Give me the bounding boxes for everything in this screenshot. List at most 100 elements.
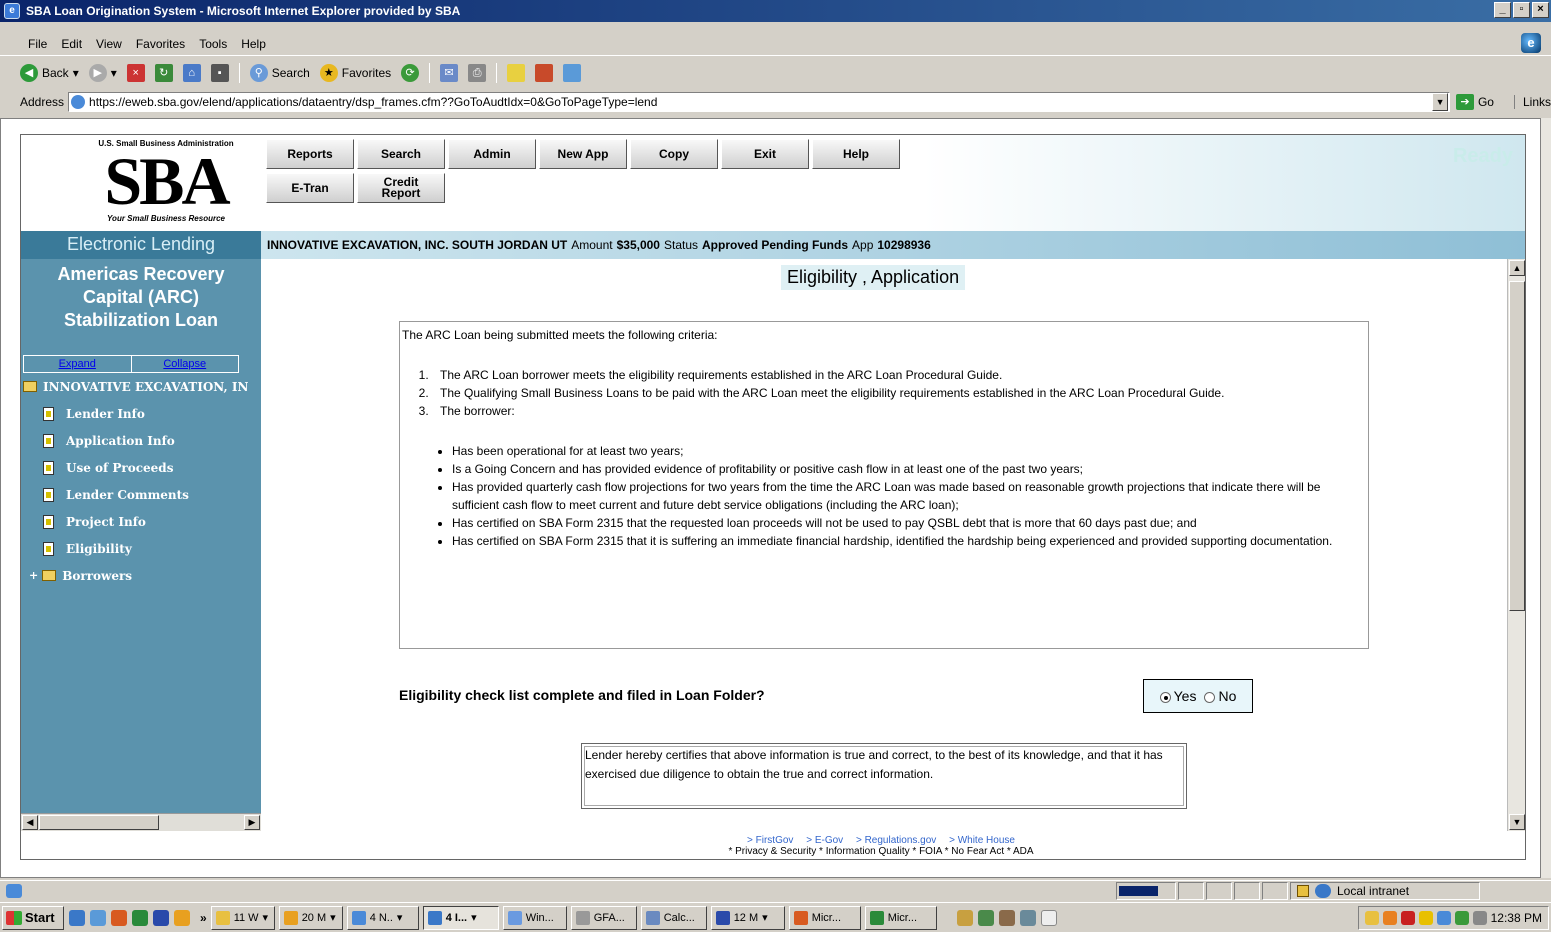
address-dropdown-button[interactable]: ▼ [1432, 93, 1448, 111]
messenger-icon[interactable] [1454, 911, 1469, 925]
quicklaunch-browser-icon[interactable] [90, 909, 106, 926]
taskbar-button-word[interactable]: 12 M ▾ [710, 905, 785, 930]
tool-icon[interactable] [956, 909, 973, 926]
white-house-link[interactable]: > White House [949, 835, 1015, 846]
research-icon[interactable] [563, 64, 582, 82]
sidebar-item-lender-info[interactable]: Lender Info [21, 400, 261, 427]
quicklaunch-outlook-icon[interactable] [174, 909, 190, 926]
yes-radio-button[interactable] [1159, 691, 1171, 703]
address-input[interactable]: https://eweb.sba.gov/elend/applications/… [68, 92, 1451, 112]
toolbar-separator [496, 63, 498, 83]
mcafee-icon[interactable] [1400, 911, 1415, 925]
minimize-button[interactable]: _ [1494, 2, 1511, 18]
links-toolbar[interactable]: Links [1513, 95, 1551, 109]
new-app-button[interactable]: New App [539, 139, 627, 169]
clock[interactable]: 12:38 PM [1491, 911, 1542, 925]
scroll-right-arrow-icon[interactable]: ▶ [244, 815, 260, 830]
taskbar-button-calculator[interactable]: Calc... [640, 905, 707, 930]
expand-link[interactable]: Expand [24, 356, 131, 372]
menu-edit[interactable]: Edit [61, 37, 82, 51]
scrollbar-thumb[interactable] [39, 815, 159, 830]
tree-root-business[interactable]: INNOVATIVE EXCAVATION, IN [21, 373, 261, 400]
exit-button[interactable]: Exit [721, 139, 809, 169]
go-button[interactable]: ➔ Go [1455, 94, 1494, 110]
search-button[interactable]: ⚲ Search [249, 64, 310, 82]
more-quicklaunch-chevron-icon[interactable]: » [200, 911, 207, 925]
page-scrollbar[interactable] [1541, 118, 1551, 878]
credit-report-button[interactable]: Credit Report [357, 173, 445, 203]
taskbar-button-internet-explorer[interactable]: 4 I... ▾ [422, 905, 499, 930]
sidebar-item-lender-comments[interactable]: Lender Comments [21, 481, 261, 508]
quicklaunch-ie-icon[interactable] [69, 909, 85, 926]
search-nav-button[interactable]: Search [357, 139, 445, 169]
stop-icon[interactable]: × [126, 64, 145, 82]
collapse-link[interactable]: Collapse [130, 356, 239, 372]
quicklaunch-word-icon[interactable] [153, 909, 169, 926]
content-vertical-scrollbar[interactable]: ▲ ▼ [1507, 259, 1525, 831]
sidebar-item-label: Eligibility [66, 541, 132, 556]
expand-plus-icon[interactable]: + [29, 569, 38, 582]
close-button[interactable]: × [1532, 2, 1549, 18]
scroll-down-arrow-icon[interactable]: ▼ [1509, 814, 1525, 830]
help-button[interactable]: Help [812, 139, 900, 169]
copy-button[interactable]: Copy [630, 139, 718, 169]
tray-icon[interactable] [1382, 911, 1397, 925]
taskbar-button-powerpoint[interactable]: Micr... [788, 905, 861, 930]
sidebar-horizontal-scrollbar[interactable]: ◀ ▶ [21, 813, 261, 831]
regulations-link[interactable]: > Regulations.gov [856, 835, 936, 846]
tool-icon[interactable] [1019, 909, 1036, 926]
forward-button[interactable]: ▶ ▾ [88, 64, 117, 82]
search-label: Search [271, 66, 310, 80]
help-icon[interactable] [1040, 909, 1057, 926]
firstgov-link[interactable]: > FirstGov [747, 835, 793, 846]
no-radio-button[interactable] [1204, 691, 1216, 703]
egov-link[interactable]: > E-Gov [806, 835, 843, 846]
shield-icon[interactable] [1418, 911, 1433, 925]
menu-view[interactable]: View [96, 37, 122, 51]
sidebar-item-project-info[interactable]: Project Info [21, 508, 261, 535]
toolbar-separator [429, 63, 431, 83]
taskbar-button-excel[interactable]: Micr... [864, 905, 937, 930]
taskbar-button-explorer[interactable]: 11 W ▾ [210, 905, 275, 930]
no-radio-option[interactable]: No [1204, 688, 1236, 704]
yes-radio-option[interactable]: Yes [1159, 688, 1196, 704]
scrollbar-thumb[interactable] [1509, 281, 1525, 611]
quicklaunch-powerpoint-icon[interactable] [111, 909, 127, 926]
footer-policies[interactable]: * Privacy & Security * Information Quali… [561, 846, 1201, 857]
scroll-left-arrow-icon[interactable]: ◀ [22, 815, 38, 830]
back-button[interactable]: ◀ Back ▾ [20, 64, 79, 82]
quicklaunch-excel-icon[interactable] [132, 909, 148, 926]
tool-icon[interactable] [998, 909, 1015, 926]
sidebar-item-borrowers[interactable]: + Borrowers [21, 562, 261, 589]
etran-button[interactable]: E-Tran [266, 173, 354, 203]
sidebar-item-eligibility[interactable]: Eligibility [21, 535, 261, 562]
maximize-button[interactable]: ▫ [1513, 2, 1530, 18]
start-button[interactable]: Start [2, 905, 64, 930]
volume-icon[interactable] [1472, 911, 1487, 925]
media-icon[interactable]: ▪ [210, 64, 229, 82]
home-icon[interactable]: ⌂ [182, 64, 201, 82]
sidebar-item-use-of-proceeds[interactable]: Use of Proceeds [21, 454, 261, 481]
scroll-up-arrow-icon[interactable]: ▲ [1509, 260, 1525, 276]
reports-button[interactable]: Reports [266, 139, 354, 169]
admin-button[interactable]: Admin [448, 139, 536, 169]
notes-icon[interactable] [507, 64, 526, 82]
sidebar-item-application-info[interactable]: Application Info [21, 427, 261, 454]
network-icon[interactable] [1436, 911, 1451, 925]
menu-file[interactable]: File [28, 37, 47, 51]
tool-icon[interactable] [977, 909, 994, 926]
menu-tools[interactable]: Tools [199, 37, 227, 51]
messenger-icon[interactable] [535, 64, 554, 82]
refresh-icon[interactable]: ↻ [154, 64, 173, 82]
mail-icon[interactable]: ✉ [440, 64, 459, 82]
taskbar-button-windows[interactable]: Win... [502, 905, 567, 930]
print-icon[interactable]: ⎙ [468, 64, 487, 82]
menu-favorites[interactable]: Favorites [136, 37, 185, 51]
history-icon[interactable]: ⟳ [401, 64, 420, 82]
taskbar-button-outlook[interactable]: 20 M ▾ [278, 905, 343, 930]
mail-tray-icon[interactable] [1364, 911, 1379, 925]
taskbar-button-notes[interactable]: 4 N.. ▾ [346, 905, 419, 930]
menu-help[interactable]: Help [241, 37, 266, 51]
favorites-button[interactable]: ★ Favorites [319, 64, 391, 82]
taskbar-button-gfa[interactable]: GFA... [570, 905, 637, 930]
